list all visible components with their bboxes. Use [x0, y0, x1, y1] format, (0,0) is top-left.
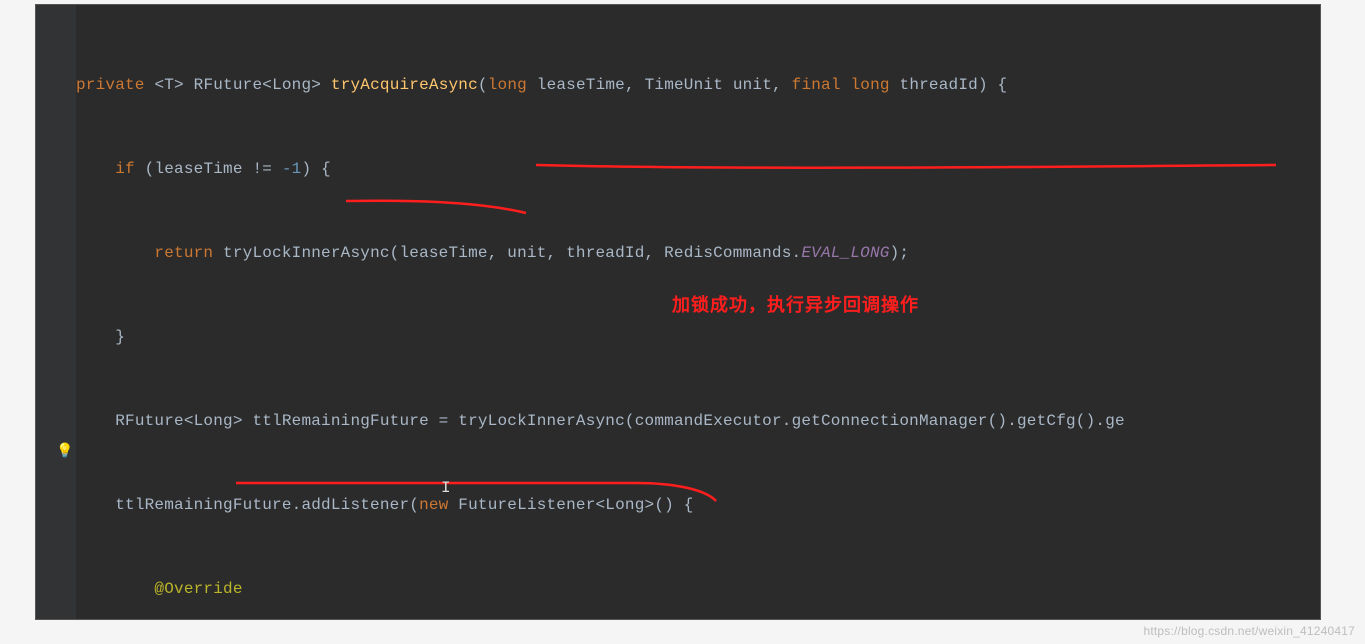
- code-line: RFuture<Long> ttlRemainingFuture = tryLo…: [76, 407, 1316, 435]
- code-line: if (leaseTime != -1) {: [76, 155, 1316, 183]
- editor-gutter: 💡: [36, 5, 76, 619]
- bulb-icon[interactable]: 💡: [56, 443, 73, 460]
- code-editor[interactable]: 💡 private <T> RFuture<Long> tryAcquireAs…: [35, 4, 1321, 620]
- code-line: @Override: [76, 575, 1316, 603]
- watermark: https://blog.csdn.net/weixin_41240417: [1143, 624, 1355, 638]
- code-line: }: [76, 323, 1316, 351]
- annotation-text: 加锁成功，执行异步回调操作: [672, 291, 919, 317]
- code-line: ttlRemainingFuture.addListener(new Futur…: [76, 491, 1316, 519]
- code-line: return tryLockInnerAsync(leaseTime, unit…: [76, 239, 1316, 267]
- code-line: private <T> RFuture<Long> tryAcquireAsyn…: [76, 71, 1316, 99]
